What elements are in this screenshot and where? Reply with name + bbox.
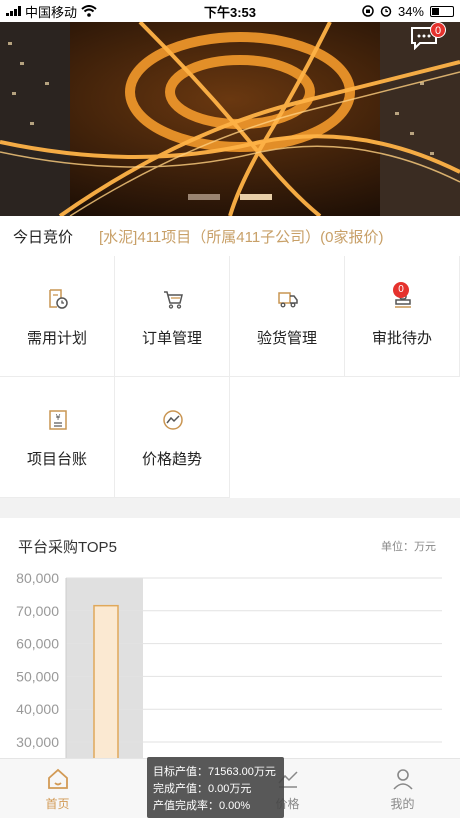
banner-image	[0, 22, 460, 216]
menu-item-inspection-management[interactable]: 验货管理	[230, 256, 345, 377]
y-tick-label: 40,000	[16, 701, 59, 717]
today-bid-label: 今日竞价	[13, 228, 74, 246]
tab-mine[interactable]: 我的	[345, 759, 460, 818]
menu-item-approval-todo[interactable]: 0 审批待办	[345, 256, 460, 377]
chart-title: 平台采购TOP5	[18, 539, 117, 556]
tooltip-completed-value: 完成产值：0.00万元	[153, 783, 252, 795]
menu-item-label: 订单管理	[141, 330, 202, 347]
carousel-dots	[188, 194, 272, 200]
message-button[interactable]: 0	[410, 22, 446, 50]
today-bid-row[interactable]: 今日竞价 [水泥]411项目（所属411子公司）(0家报价)	[0, 216, 460, 256]
battery-percent: 34%	[397, 3, 424, 19]
chart-bar[interactable]	[93, 604, 119, 758]
y-tick-label: 60,000	[16, 636, 59, 652]
menu-item-project-ledger[interactable]: ¥ 项目台账	[0, 377, 115, 498]
tooltip-target-value: 目标产值：71563.00万元	[153, 766, 276, 778]
menu-item-order-management[interactable]: 订单管理	[115, 256, 230, 377]
tab-label: 我的	[390, 797, 415, 811]
home-icon	[48, 768, 68, 789]
cart-icon	[164, 291, 183, 309]
menu-item-demand-plan[interactable]: 需用计划	[0, 256, 115, 377]
menu-item-price-trend[interactable]: 价格趋势	[115, 377, 230, 498]
y-tick-label: 30,000	[16, 734, 59, 750]
carousel-dot-active[interactable]	[240, 194, 272, 200]
tooltip-completion-rate: 产值完成率：0.00%	[153, 800, 251, 812]
menu-item-label: 项目台账	[26, 451, 87, 468]
menu-grid: 需用计划 订单管理 验货管理 0 审批待办 ¥ 项目台账 价格趋势	[0, 256, 460, 498]
menu-item-label: 审批待办	[371, 330, 432, 347]
tab-home[interactable]: 首页	[0, 759, 115, 818]
user-icon	[393, 769, 413, 790]
carousel-dot[interactable]	[188, 194, 220, 200]
y-tick-label: 70,000	[16, 603, 59, 619]
svg-text:¥: ¥	[55, 413, 60, 422]
status-bar: 中国移动 下午3:53 34%	[0, 0, 460, 22]
chart-tooltip: 目标产值：71563.00万元 完成产值：0.00万元 产值完成率：0.00%	[147, 757, 284, 818]
y-tick-label: 80,000	[16, 570, 59, 586]
purchase-bar-chart[interactable]: 30,000 40,000 50,000 60,000 70,000 80,000	[0, 566, 460, 758]
orientation-lock-icon	[362, 5, 374, 17]
y-tick-label: 50,000	[16, 668, 59, 684]
menu-item-label: 价格趋势	[141, 451, 202, 468]
alarm-icon	[380, 6, 392, 17]
truck-icon	[278, 292, 298, 308]
plan-clock-icon	[49, 289, 68, 309]
menu-item-label: 验货管理	[256, 330, 317, 347]
tab-label: 首页	[45, 797, 70, 811]
today-bid-marquee[interactable]: [水泥]411项目（所属411子公司）(0家报价)	[99, 226, 384, 247]
chart-unit: 单位：万元	[381, 541, 436, 553]
banner-carousel[interactable]: 0	[0, 22, 460, 216]
battery-icon	[430, 5, 454, 17]
approval-badge: 0	[393, 282, 409, 298]
trend-icon	[163, 410, 183, 430]
purchase-top5-card: 平台采购TOP5 单位：万元 30,000 40,000 50,000 60,000 7…	[0, 518, 460, 758]
message-badge: 0	[430, 22, 446, 38]
ledger-yen-icon: ¥	[49, 410, 67, 430]
menu-item-label: 需用计划	[26, 330, 87, 347]
